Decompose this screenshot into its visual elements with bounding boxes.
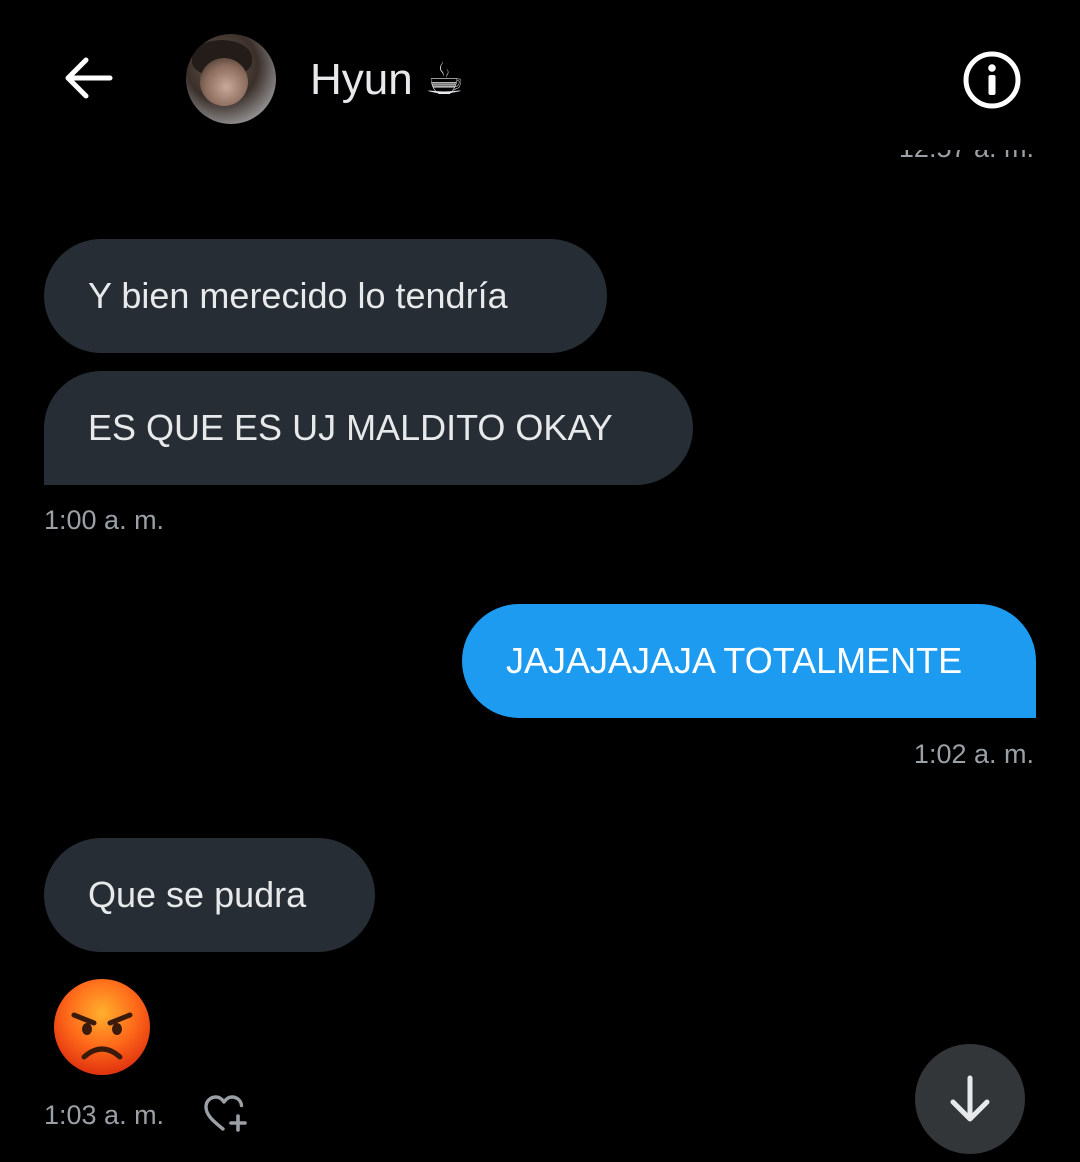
arrow-down-icon [950,1075,990,1122]
arrow-left-icon [65,57,113,99]
angry-face-icon [54,979,150,1075]
conversation-header: Hyun ☕ [0,0,1080,150]
heart-plus-icon [204,1095,247,1132]
message-bubble-incoming[interactable]: ES QUE ES UJ MALDITO OKAY [44,371,693,485]
message-text: Que se pudra [88,874,307,915]
emoji-message-angry-face[interactable] [50,977,154,1077]
react-button[interactable] [203,1094,249,1134]
message-timestamp: 1:02 a. m. [913,739,1034,769]
avatar[interactable] [186,34,276,124]
message-timestamp: 1:00 a. m. [44,505,165,535]
message-timestamp: 1:03 a. m. [44,1100,165,1130]
contact-name[interactable]: Hyun ☕ [310,52,464,108]
scroll-to-bottom-button[interactable] [915,1044,1025,1154]
message-text: ES QUE ES UJ MALDITO OKAY [88,407,613,448]
info-circle-icon [963,51,1021,109]
message-text: Y bien merecido lo tendría [88,275,508,316]
message-bubble-incoming[interactable]: Que se pudra [44,838,375,952]
back-button[interactable] [56,50,120,106]
message-bubble-outgoing[interactable]: JAJAJAJAJA TOTALMENTE [462,604,1036,718]
message-bubble-incoming[interactable]: Y bien merecido lo tendría [44,239,607,353]
message-text: JAJAJAJAJA TOTALMENTE [506,640,963,681]
info-button[interactable] [962,50,1022,110]
avatar-face [200,58,248,106]
